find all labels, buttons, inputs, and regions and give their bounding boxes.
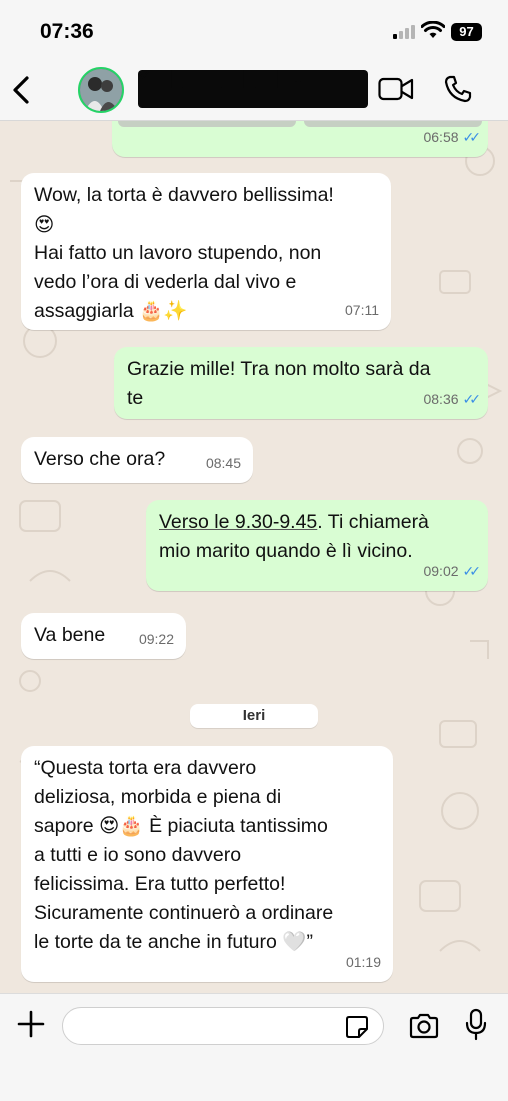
message-bubble-incoming[interactable]: Verso che ora? 08:45 [21,437,253,483]
message-time: 07:11 [345,302,379,318]
sticker-icon[interactable] [345,1015,369,1039]
message-text: 😍 [34,213,55,236]
camera-icon[interactable] [408,1013,440,1039]
message-text: assaggiarla 🎂✨ [34,300,188,322]
message-text: deliziosa, morbida e piena di [34,786,282,808]
chat-header: Y█████ ███████ ... [0,62,508,121]
message-bubble-incoming[interactable]: Wow, la torta è davvero bellissima! 😍 Ha… [21,173,391,330]
microphone-icon[interactable] [464,1008,488,1042]
message-bubble-outgoing[interactable]: 06:58 ✓✓ [112,121,488,157]
input-bar [0,993,508,1101]
message-text: sapore 😍🎂 È piaciuta tantissimo [34,815,328,837]
message-bubble-incoming[interactable]: “Questa torta era davvero deliziosa, mor… [21,746,393,982]
contact-name[interactable]: Y█████ ███████ ... [138,70,368,108]
message-time: 08:45 [205,455,241,471]
message-meta: 08:36 ✓✓ [423,385,482,414]
message-bubble-outgoing[interactable]: Grazie mille! Tra non molto sarà da te 0… [114,347,488,419]
message-text: felicissima. Era tutto perfetto! [34,873,286,895]
message-text-rest: . Ti chiamerà [317,511,429,533]
message-text: a tutti e io sono davvero [34,844,242,866]
status-bar: 07:36 97 [0,0,508,62]
message-text: vedo l’ora di vederla dal vivo e [34,271,297,293]
message-meta: 09:02 ✓✓ [423,557,482,586]
avatar[interactable] [78,67,124,113]
message-text: Hai fatto un lavoro stupendo, non [34,242,322,264]
message-meta: 06:58 ✓✓ [423,123,482,152]
message-time: 06:58 [423,129,459,145]
plus-icon[interactable] [16,1009,46,1039]
avatar-photo [80,69,122,111]
read-ticks-icon: ✓✓ [462,563,482,579]
message-time: 09:22 [138,631,174,647]
message-text: “Questa torta era davvero [34,757,257,779]
wifi-icon [421,21,445,38]
message-text: Wow, la torta è davvero bellissima! [34,184,334,206]
message-input[interactable] [62,1007,384,1045]
message-bubble-outgoing[interactable]: Verso le 9.30-9.45. Ti chiamerà mio mari… [146,500,488,591]
message-time: 09:02 [423,563,459,579]
chat-area[interactable]: 06:58 ✓✓ Wow, la torta è davvero bellissi… [0,121,508,992]
message-text: Va bene [34,624,106,646]
battery-indicator: 97 [451,23,482,41]
read-ticks-icon: ✓✓ [462,129,482,145]
message-text: le torte da te anche in futuro 🤍” [34,931,314,953]
cellular-signal-icon [393,25,415,39]
message-text: Grazie mille! Tra non molto sarà da [127,358,431,380]
message-link[interactable]: Verso le 9.30-9.45 [159,511,317,533]
message-bubble-incoming[interactable]: Va bene 09:22 [21,613,186,659]
message-text: Verso le 9.30-9.45. Ti chiamerà [159,508,476,537]
read-ticks-icon: ✓✓ [462,391,482,407]
back-chevron-icon[interactable] [8,72,34,108]
phone-icon[interactable] [443,74,473,104]
message-time: 01:19 [345,954,381,970]
message-time: 08:36 [423,391,459,407]
status-time: 07:36 [40,20,94,43]
message-text: Sicuramente continuerò a ordinare [34,902,334,924]
video-call-icon[interactable] [378,76,414,102]
date-separator: Ieri [190,704,318,728]
message-text: Verso che ora? [34,448,166,470]
